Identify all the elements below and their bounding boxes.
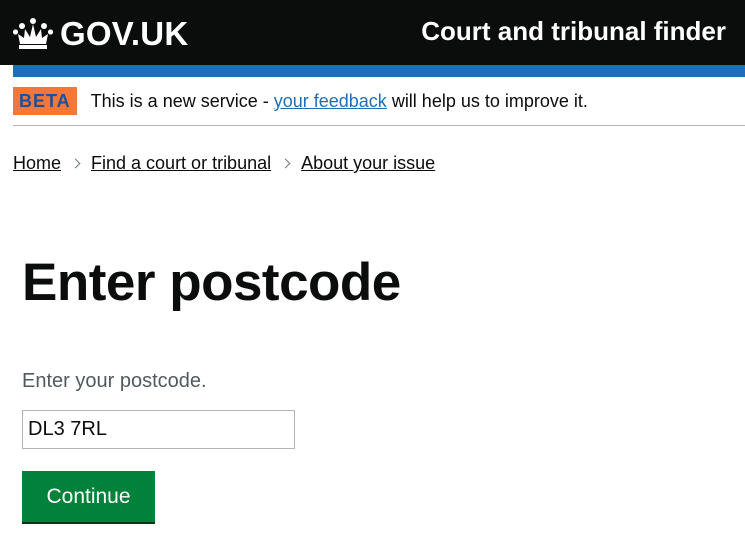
phase-text-after: will help us to improve it. [386,90,588,111]
breadcrumb-find-court[interactable]: Find a court or tribunal [91,153,271,174]
phase-banner-text: This is a new service - your feedback wi… [91,91,588,112]
postcode-label: Enter your postcode. [22,370,207,392]
breadcrumb: Home Find a court or tribunal About your… [13,153,435,174]
phase-banner: BETA This is a new service - your feedba… [13,77,745,126]
breadcrumb-home[interactable]: Home [13,153,61,174]
header-blue-bar [13,65,745,77]
postcode-input[interactable] [22,410,295,449]
phase-text-before: This is a new service - [90,90,274,111]
chevron-right-icon [70,158,81,169]
feedback-link[interactable]: your feedback [274,91,387,111]
breadcrumb-about-issue[interactable]: About your issue [301,153,435,174]
chevron-right-icon [280,158,291,169]
page-title: Enter postcode [22,253,401,312]
beta-tag: BETA [13,87,77,115]
logo-text: GOV.UK [60,15,189,52]
service-name-link[interactable]: Court and tribunal finder [421,16,726,47]
continue-button[interactable]: Continue [22,471,155,522]
crown-icon [12,18,54,49]
govuk-logo-link[interactable]: GOV.UK [12,12,188,56]
site-header: GOV.UK Court and tribunal finder [0,0,745,65]
